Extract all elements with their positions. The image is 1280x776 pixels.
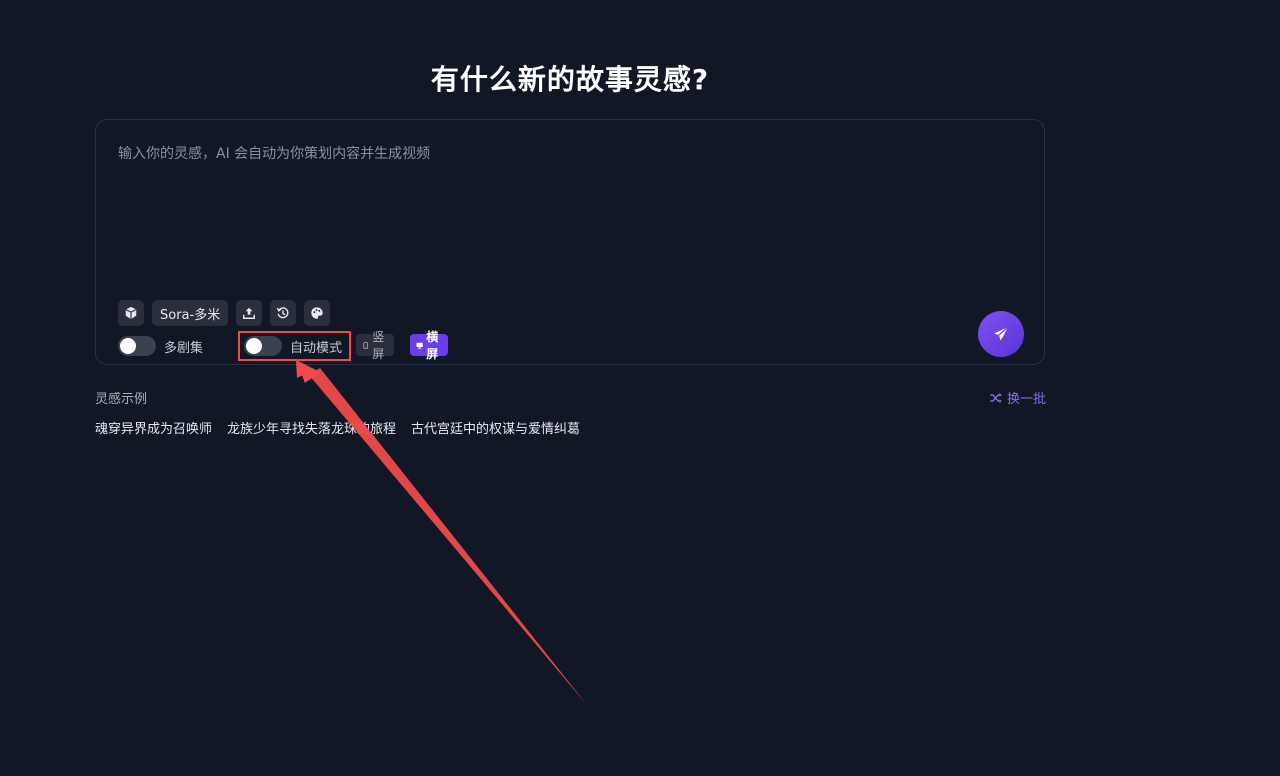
cube-icon — [125, 306, 137, 320]
prompt-input[interactable] — [118, 144, 1018, 284]
examples-list: 魂穿异界成为召唤师 龙族少年寻找失落龙珠的旅程 古代宫廷中的权谋与爱情纠葛 — [95, 418, 580, 437]
send-button[interactable] — [978, 311, 1024, 357]
shuffle-label: 换一批 — [1006, 392, 1046, 407]
landscape-button[interactable]: 横屏 — [410, 330, 449, 361]
model-select-button[interactable]: Sora-多米 — [152, 300, 229, 326]
landscape-label: 横屏 — [426, 330, 439, 361]
history-icon — [276, 307, 289, 319]
cube-button[interactable] — [118, 300, 144, 326]
page-title: 有什么新的故事灵感? — [430, 63, 710, 96]
multi-episode-toggle[interactable] — [118, 336, 156, 356]
toggle-knob — [246, 338, 262, 354]
example-item[interactable]: 龙族少年寻找失落龙珠的旅程 — [227, 418, 396, 437]
example-item[interactable]: 魂穿异界成为召唤师 — [95, 418, 212, 437]
toggle-knob — [120, 338, 136, 354]
example-item[interactable]: 古代宫廷中的权谋与爱情纠葛 — [411, 418, 580, 437]
portrait-button[interactable]: 竖屏 — [356, 330, 395, 361]
model-select-label: Sora-多米 — [160, 307, 221, 323]
page: 有什么新的故事灵感? Sora-多米 — [0, 0, 1280, 776]
auto-mode-toggle[interactable] — [244, 336, 282, 356]
portrait-label: 竖屏 — [372, 330, 385, 361]
monitor-icon — [416, 342, 423, 349]
auto-mode-highlight: 自动模式 — [238, 331, 351, 361]
prompt-card: Sora-多米 — [95, 119, 1045, 365]
palette-icon — [311, 307, 323, 319]
history-button[interactable] — [270, 300, 297, 326]
toolbar: Sora-多米 — [118, 300, 331, 326]
style-button[interactable] — [304, 300, 331, 326]
upload-button[interactable] — [236, 300, 263, 326]
shuffle-icon — [990, 392, 1002, 403]
shuffle-button[interactable]: 换一批 — [989, 388, 1046, 407]
phone-icon — [363, 341, 368, 349]
auto-mode-label: 自动模式 — [290, 340, 343, 356]
multi-episode-label: 多剧集 — [164, 340, 204, 356]
option-row: 多剧集 自动模式 竖屏 横屏 — [118, 330, 449, 361]
examples-header: 灵感示例 换一批 — [95, 388, 1046, 407]
examples-title: 灵感示例 — [95, 392, 148, 407]
upload-icon — [243, 307, 256, 319]
paper-plane-icon — [994, 326, 1009, 341]
